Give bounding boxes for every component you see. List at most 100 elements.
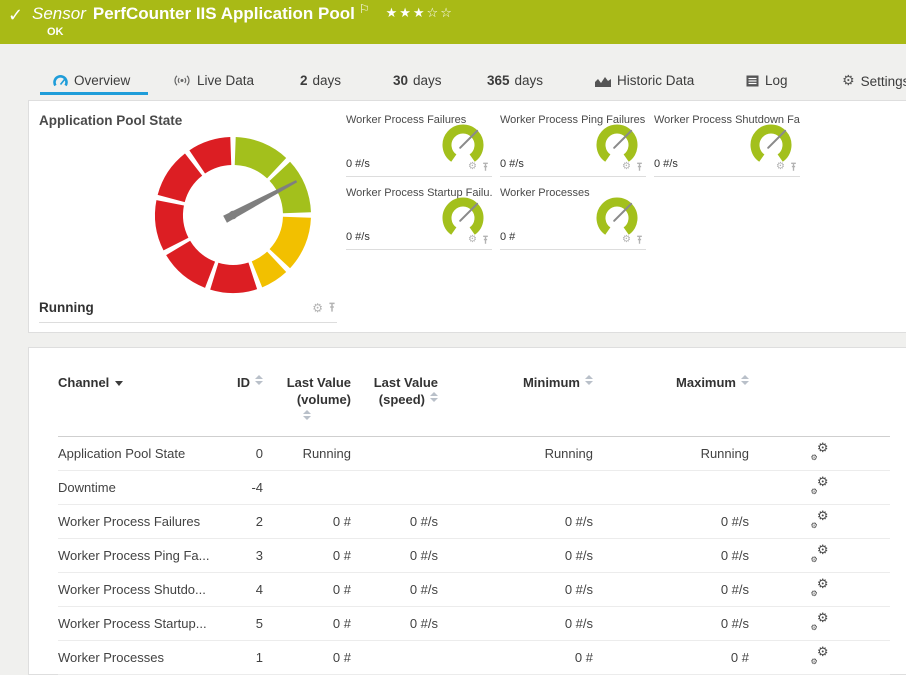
tab-days[interactable]: 2 days — [300, 73, 341, 88]
tab-settings[interactable]: ⚙ Settings — [842, 73, 906, 89]
application-pool-state-gauge — [147, 129, 319, 301]
table-row: Worker Process Startup... 5 0 # 0 #/s 0 … — [58, 607, 890, 641]
mini-settings-gear-icon[interactable]: ⚙ — [468, 162, 477, 172]
column-header-maximum[interactable]: Maximum — [593, 374, 749, 391]
table-row: Worker Process Failures 2 0 # 0 #/s 0 #/… — [58, 505, 890, 539]
cell-id: 1 — [213, 650, 263, 665]
channel-settings-gears-icon[interactable]: ⚙ ⚙ — [811, 648, 829, 664]
mini-gauge-panel: Worker Process Failures 0 #/s ⚙ — [346, 111, 492, 177]
cell-last-value-volume: 0 # — [263, 616, 351, 631]
cell-last-value-volume: 0 # — [263, 650, 351, 665]
mini-gauge-value: 0 #/s — [500, 158, 524, 170]
cell-maximum: Running — [593, 446, 749, 461]
priority-stars[interactable]: ★★★☆☆ — [386, 6, 454, 21]
cell-minimum: 0 #/s — [438, 616, 593, 631]
cell-minimum: Running — [438, 446, 593, 461]
mini-gauge-panel: Worker Process Ping Failures 0 #/s ⚙ — [500, 111, 646, 177]
cell-last-value-volume: 0 # — [263, 548, 351, 563]
channel-settings-gears-icon[interactable]: ⚙ ⚙ — [811, 444, 829, 460]
mini-gauge-grid: Worker Process Failures 0 #/s ⚙ Worker P… — [346, 111, 800, 250]
gauge-footer-divider — [39, 322, 337, 323]
cell-id: 2 — [213, 514, 263, 529]
mini-settings-gear-icon[interactable]: ⚙ — [468, 235, 477, 245]
cell-id: -4 — [213, 480, 263, 495]
cell-id: 3 — [213, 548, 263, 563]
cell-channel[interactable]: Worker Process Shutdo... — [58, 582, 213, 597]
log-icon — [746, 75, 759, 87]
cell-maximum: 0 # — [593, 650, 749, 665]
mini-pin-icon[interactable] — [481, 235, 490, 245]
cell-channel[interactable]: Worker Processes — [58, 650, 213, 665]
mini-pin-icon[interactable] — [635, 162, 644, 172]
sensor-title: PerfCounter IIS Application Pool — [93, 4, 355, 23]
column-header-last-value-volume[interactable]: Last Value (volume) — [263, 374, 351, 426]
cell-maximum: 0 #/s — [593, 582, 749, 597]
cell-last-value-speed: 0 #/s — [351, 582, 438, 597]
tab-log[interactable]: Log — [746, 73, 788, 88]
cell-maximum: 0 #/s — [593, 616, 749, 631]
column-header-id[interactable]: ID — [213, 374, 263, 391]
gauge-icon — [53, 74, 68, 87]
column-header-last-value-speed[interactable]: Last Value (speed) — [351, 374, 438, 408]
tab-days[interactable]: 365 days — [487, 73, 543, 88]
mini-settings-gear-icon[interactable]: ⚙ — [622, 235, 631, 245]
cell-minimum: 0 #/s — [438, 582, 593, 597]
channel-settings-gears-icon[interactable]: ⚙ ⚙ — [811, 546, 829, 562]
sort-icon — [303, 410, 311, 420]
tab-days[interactable]: 30 days — [393, 73, 442, 88]
sort-icon — [585, 375, 593, 385]
mini-pin-icon[interactable] — [481, 162, 490, 172]
status-badge: OK — [47, 26, 64, 38]
tab-overview[interactable]: Overview — [53, 73, 130, 88]
column-header-minimum[interactable]: Minimum — [438, 374, 593, 391]
cell-last-value-speed: 0 #/s — [351, 548, 438, 563]
cell-channel[interactable]: Application Pool State — [58, 446, 213, 461]
channel-settings-gears-icon[interactable]: ⚙ ⚙ — [811, 614, 829, 630]
mini-gauge-divider — [500, 176, 646, 177]
historic-data-icon — [595, 75, 611, 87]
tab-historic-data[interactable]: Historic Data — [595, 73, 694, 88]
cell-channel[interactable]: Worker Process Startup... — [58, 616, 213, 631]
gauge-pin-icon[interactable] — [327, 302, 337, 313]
channel-table-panel: Channel ID Last Value (volume) Last Valu… — [28, 347, 906, 675]
channel-settings-gears-icon[interactable]: ⚙ ⚙ — [811, 512, 829, 528]
cell-channel[interactable]: Downtime — [58, 480, 213, 495]
cell-minimum: 0 #/s — [438, 548, 593, 563]
mini-settings-gear-icon[interactable]: ⚙ — [622, 162, 631, 172]
main-gauge-title: Application Pool State — [39, 113, 182, 128]
cell-channel[interactable]: Worker Process Ping Fa... — [58, 548, 213, 563]
cell-maximum: 0 #/s — [593, 514, 749, 529]
gauge-settings-gear-icon[interactable]: ⚙ — [312, 302, 323, 314]
flag-icon[interactable]: ⚐ — [359, 2, 370, 16]
table-row: Worker Processes 1 0 # 0 # 0 # ⚙ ⚙ — [58, 641, 890, 675]
cell-minimum: 0 # — [438, 650, 593, 665]
mini-pin-icon[interactable] — [789, 162, 798, 172]
mini-gauge-panel: Worker Process Shutdown Fa... 0 #/s ⚙ — [654, 111, 800, 177]
status-check-icon: ✓ — [8, 5, 23, 26]
sensor-kind-label: Sensor — [32, 4, 86, 23]
main-gauge-value: Running — [39, 300, 312, 315]
mini-settings-gear-icon[interactable]: ⚙ — [776, 162, 785, 172]
cell-last-value-speed: 0 #/s — [351, 514, 438, 529]
tab-bar: Overview Live Data 2 days 30 days 365 da… — [0, 60, 906, 97]
mini-gauge-value: 0 # — [500, 231, 515, 243]
channel-settings-gears-icon[interactable]: ⚙ ⚙ — [811, 478, 829, 494]
column-header-channel[interactable]: Channel — [58, 374, 213, 391]
channel-settings-gears-icon[interactable]: ⚙ ⚙ — [811, 580, 829, 596]
cell-id: 0 — [213, 446, 263, 461]
mini-pin-icon[interactable] — [635, 235, 644, 245]
mini-gauge-value: 0 #/s — [346, 158, 370, 170]
cell-last-value-volume: 0 # — [263, 514, 351, 529]
mini-gauge-value: 0 #/s — [346, 231, 370, 243]
table-row: Worker Process Ping Fa... 3 0 # 0 #/s 0 … — [58, 539, 890, 573]
gauges-panel: Application Pool State Running ⚙ Worker … — [28, 100, 906, 333]
tab-live-data[interactable]: Live Data — [173, 73, 254, 88]
cell-channel[interactable]: Worker Process Failures — [58, 514, 213, 529]
sort-icon — [430, 392, 438, 402]
mini-gauge-panel: Worker Processes 0 # ⚙ — [500, 184, 646, 250]
cell-last-value-speed: 0 #/s — [351, 616, 438, 631]
sort-desc-icon — [115, 381, 123, 386]
channel-table-header: Channel ID Last Value (volume) Last Valu… — [58, 374, 890, 437]
sort-icon — [741, 375, 749, 385]
table-row: Worker Process Shutdo... 4 0 # 0 #/s 0 #… — [58, 573, 890, 607]
